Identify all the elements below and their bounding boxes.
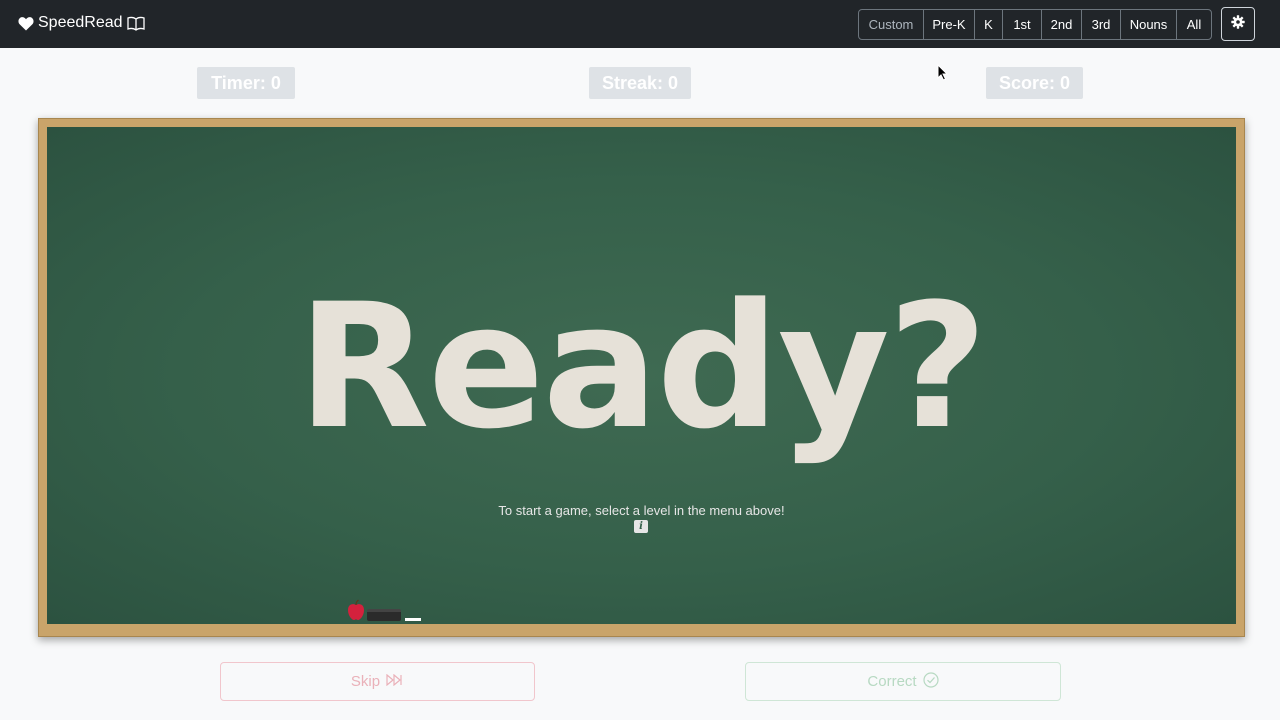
skip-button[interactable]: Skip [220,662,535,701]
level-1st-button[interactable]: 1st [1002,10,1041,39]
info-icon[interactable]: i [634,520,648,533]
eraser-icon [367,609,401,621]
navbar: SpeedRead Custom Pre-K K 1st 2nd 3rd Nou… [0,0,1280,48]
level-3rd-button[interactable]: 3rd [1081,10,1120,39]
timer-display: Timer: 0 [197,67,295,99]
check-circle-icon [922,671,939,692]
level-k-button[interactable]: K [974,10,1002,39]
level-prek-button[interactable]: Pre-K [923,10,974,39]
brand-label: SpeedRead [38,14,123,31]
correct-label: Correct [867,673,917,690]
correct-button[interactable]: Correct [745,662,1061,701]
chalkboard-frame: Ready? To start a game, select a level i… [38,118,1245,637]
level-all-button[interactable]: All [1176,10,1211,39]
fast-forward-icon [386,673,404,690]
chalk-icon [405,618,421,621]
brand[interactable]: SpeedRead [18,12,145,34]
start-hint: To start a game, select a level in the m… [498,503,785,518]
apple-icon [345,599,367,626]
level-selector: Custom Pre-K K 1st 2nd 3rd Nouns All [858,9,1212,40]
level-nouns-button[interactable]: Nouns [1120,10,1176,39]
skip-label: Skip [350,673,381,690]
streak-display: Streak: 0 [589,67,691,99]
book-icon [126,16,145,31]
level-custom-button[interactable]: Custom [859,10,923,39]
gear-icon [1231,14,1245,34]
level-2nd-button[interactable]: 2nd [1041,10,1081,39]
score-display: Score: 0 [986,67,1083,99]
current-word: Ready? [297,266,987,467]
heart-icon [18,16,34,31]
mouse-cursor-icon [937,63,949,86]
settings-button[interactable] [1221,7,1255,41]
chalkboard: Ready? To start a game, select a level i… [47,127,1236,624]
